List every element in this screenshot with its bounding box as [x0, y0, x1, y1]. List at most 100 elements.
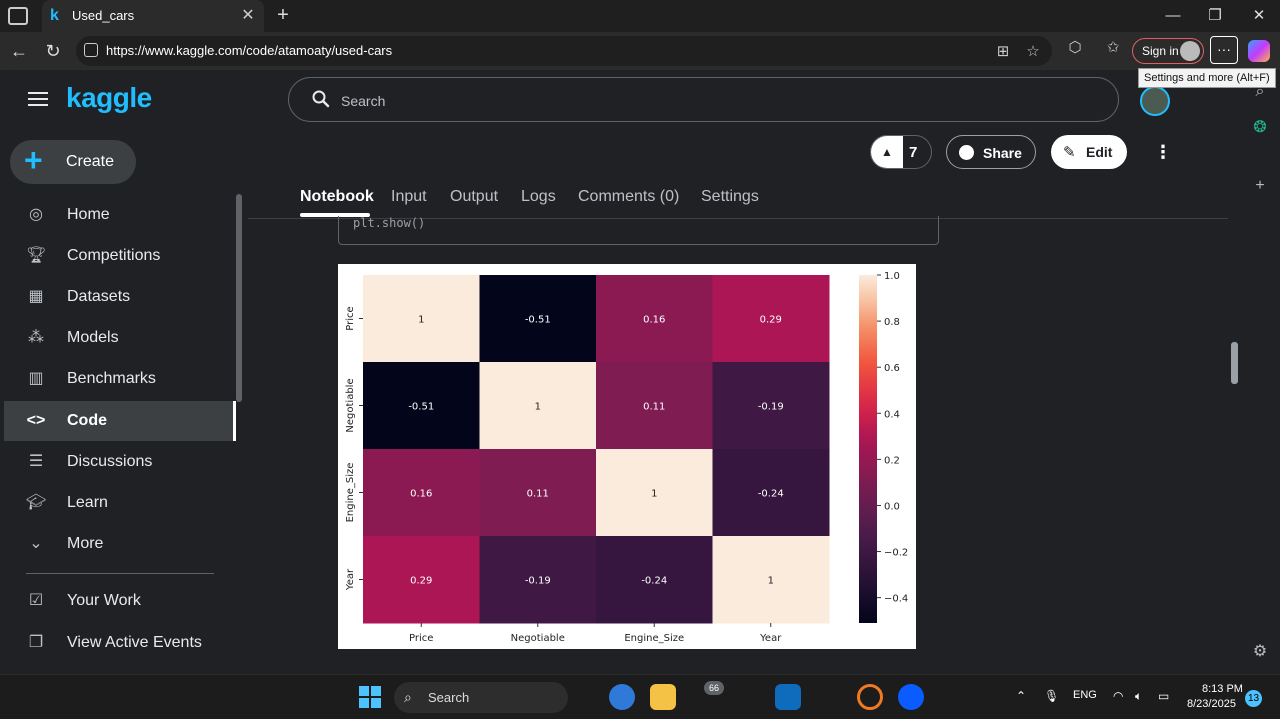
nav-item-learn[interactable]: 🎓︎ Learn — [4, 483, 236, 523]
notification-count[interactable]: 13 — [1245, 690, 1262, 707]
close-window-icon[interactable]: ✕ — [1246, 4, 1272, 28]
favorites-icon[interactable]: ✩ — [1104, 39, 1122, 57]
refresh-icon[interactable]: ↻ — [42, 40, 64, 62]
nav-item-competitions[interactable]: 🏆︎ Competitions — [4, 236, 236, 276]
sign-in-button[interactable]: Sign in — [1132, 38, 1204, 64]
nav-item-benchmarks[interactable]: ▥ Benchmarks — [4, 359, 236, 399]
new-tab-icon[interactable]: + — [272, 4, 294, 26]
left-navigation: kaggle + Create ◎ Home 🏆︎ Competitions ▦… — [4, 70, 248, 670]
your-work-icon: ☑ — [28, 592, 44, 609]
settings-more-button[interactable]: ··· — [1210, 36, 1238, 64]
windows-start-icon[interactable] — [359, 686, 381, 708]
kaggle-favicon-icon: k — [50, 7, 59, 24]
url-field[interactable]: https://www.kaggle.com/code/atamoaty/use… — [76, 36, 1052, 66]
browser-app-icon[interactable] — [609, 684, 635, 710]
chevron-down-icon: ⌄ — [29, 535, 43, 552]
user-avatar[interactable] — [1140, 86, 1170, 116]
nav-item-your-work[interactable]: ☑ Your Work — [4, 581, 236, 621]
nav-item-discussions[interactable]: ☰ Discussions — [4, 442, 236, 482]
edit-button[interactable]: ✎ Edit — [1051, 135, 1127, 169]
nav-label: Your Work — [67, 592, 141, 609]
app-badge: 66 — [704, 681, 724, 695]
menu-icon[interactable] — [28, 92, 48, 108]
nav-item-datasets[interactable]: ▦ Datasets — [4, 277, 236, 317]
clock-time[interactable]: 8:13 PM — [1202, 683, 1243, 695]
close-tab-icon[interactable]: ✕ — [238, 6, 258, 26]
clock-date[interactable]: 8/23/2025 — [1187, 698, 1236, 710]
nav-item-code[interactable]: <> Code — [4, 401, 236, 441]
upvote-control[interactable]: ▲ 7 — [870, 135, 932, 169]
gear-icon[interactable]: ⚙ — [1250, 642, 1270, 662]
nav-item-home[interactable]: ◎ Home — [4, 195, 236, 235]
kaggle-logo[interactable]: kaggle — [66, 82, 152, 114]
upvote-arrow-icon[interactable]: ▲ — [871, 136, 903, 168]
extensions-icon[interactable]: ⬡ — [1066, 39, 1084, 57]
kaggle-app: kaggle + Create ◎ Home 🏆︎ Competitions ▦… — [4, 70, 1240, 670]
app-available-icon[interactable]: ⊞ — [994, 43, 1012, 61]
nav-label: Datasets — [67, 288, 131, 305]
browser-tab[interactable]: k Used_cars ✕ — [42, 0, 264, 32]
heatmap-cell-label: -0.19 — [758, 402, 784, 413]
edge-sidebar: ⌕ ❂ + ⚙ — [1240, 70, 1280, 674]
tab-title: Used_cars — [72, 8, 135, 23]
microphone-icon[interactable]: 🎙︎ — [1044, 689, 1059, 703]
share-button[interactable]: Share — [946, 135, 1036, 169]
nav-label: Discussions — [67, 453, 153, 470]
language-indicator[interactable]: ENG — [1073, 689, 1097, 701]
trophy-icon: 🏆︎ — [26, 247, 47, 264]
nav-scrollbar[interactable] — [236, 194, 242, 402]
taskbar-search[interactable]: ⌕ Search — [394, 682, 568, 713]
zoom-icon[interactable] — [898, 684, 924, 710]
volume-icon[interactable]: 🔈︎ — [1135, 689, 1142, 704]
tab-comments[interactable]: Comments (0) — [578, 188, 679, 206]
heatmap-cell-label: 0.16 — [410, 489, 432, 500]
correlation-heatmap: 1 -0.51 0.16 0.29 -0.51 1 0.11 -0.19 0.16 0.11 1 -0… — [338, 264, 916, 649]
restore-icon[interactable]: ❐ — [1202, 4, 1228, 28]
nav-label: More — [67, 535, 104, 552]
nav-item-models[interactable]: ⁂ Models — [4, 318, 236, 358]
browser-tab-bar: k Used_cars ✕ + — ❐ ✕ — [0, 0, 1280, 32]
pencil-icon: ✎ — [1063, 144, 1076, 161]
nav-item-more[interactable]: ⌄ More — [4, 524, 236, 564]
heatmap-cell-label: -0.19 — [525, 576, 551, 587]
tab-notebook[interactable]: Notebook — [300, 188, 374, 206]
bar-chart-icon: ▥ — [28, 370, 44, 387]
back-icon[interactable]: ← — [8, 40, 30, 62]
battery-icon[interactable]: ▭ — [1158, 689, 1169, 703]
colorbar-tick-label: 0.8 — [884, 317, 900, 328]
tab-input[interactable]: Input — [391, 188, 427, 206]
y-tick-label: Engine_Size — [345, 463, 356, 523]
file-explorer-icon[interactable] — [650, 684, 676, 710]
sync-app-icon[interactable] — [857, 684, 883, 710]
outlook-icon[interactable] — [775, 684, 801, 710]
code-cell[interactable]: plt.show() — [338, 216, 939, 245]
tab-actions-icon[interactable] — [8, 7, 28, 25]
nav-label: Home — [67, 206, 110, 223]
main-scrollbar[interactable] — [1231, 342, 1238, 384]
heatmap-cell-label: 1 — [535, 402, 541, 413]
heatmap-cell-label: 0.29 — [760, 315, 782, 326]
add-icon[interactable]: + — [1250, 176, 1270, 196]
search-input[interactable]: Search — [288, 77, 1119, 122]
more-options-icon[interactable]: ⋮ — [1154, 142, 1172, 162]
tab-settings[interactable]: Settings — [701, 188, 759, 206]
y-tick-label: Negotiable — [345, 378, 356, 432]
wifi-icon[interactable]: ◠ — [1113, 689, 1123, 703]
favorite-star-icon[interactable]: ☆ — [1024, 43, 1042, 61]
share-label: Share — [983, 145, 1022, 161]
x-tick-label: Negotiable — [511, 633, 565, 644]
heatmap-cell-label: 0.11 — [643, 402, 665, 413]
copilot-icon[interactable] — [1248, 40, 1270, 62]
chevron-up-icon[interactable]: ⌃ — [1016, 689, 1026, 703]
minimize-icon[interactable]: — — [1160, 4, 1186, 28]
nav-item-view-active-events[interactable]: ❐ View Active Events — [4, 623, 236, 663]
tab-output[interactable]: Output — [450, 188, 498, 206]
create-button[interactable]: + Create — [10, 140, 136, 184]
chatgpt-icon[interactable]: ❂ — [1250, 118, 1270, 138]
nav-divider — [26, 573, 214, 574]
site-info-icon[interactable] — [84, 43, 98, 57]
table-icon: ▦ — [28, 288, 44, 305]
search-icon: ⌕ — [404, 689, 412, 705]
tab-logs[interactable]: Logs — [521, 188, 556, 206]
nav-label: Benchmarks — [67, 370, 156, 387]
